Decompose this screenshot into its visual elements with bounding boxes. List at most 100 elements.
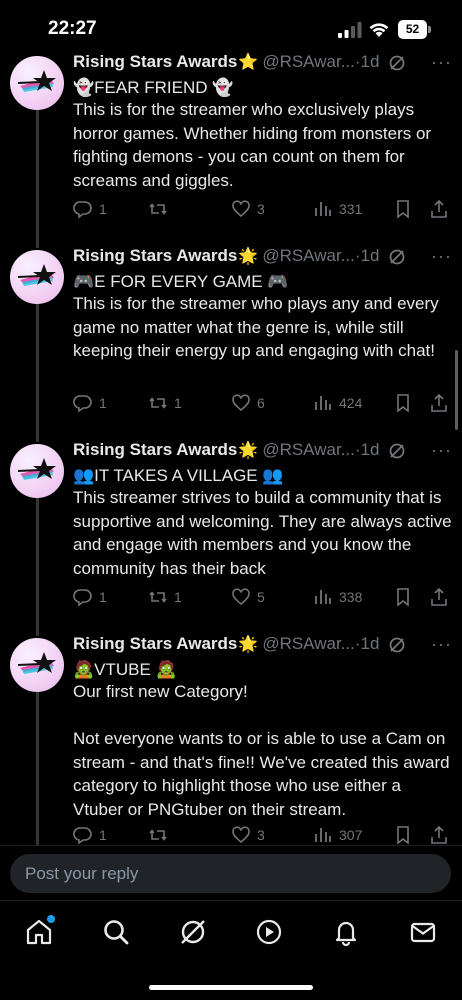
tweet-age[interactable]: 1d bbox=[361, 52, 380, 71]
author-handle[interactable]: @RSAwar... bbox=[262, 440, 355, 459]
tweet-header: Rising Stars Awards🌟 @RSAwar...·1d ··· bbox=[73, 634, 452, 658]
tweet-text: This streamer strives to build a communi… bbox=[73, 488, 457, 578]
cellular-signal-icon bbox=[338, 22, 362, 38]
author-name[interactable]: Rising Stars Awards bbox=[73, 440, 237, 459]
share-button[interactable] bbox=[429, 823, 455, 847]
thread-line bbox=[36, 496, 39, 636]
thread-line bbox=[36, 302, 39, 442]
star-logo-icon bbox=[18, 652, 56, 674]
star-logo-icon bbox=[18, 264, 56, 286]
reply-composer-bar bbox=[0, 845, 462, 900]
star-badge-icon: 🌟 bbox=[238, 248, 259, 265]
bookmark-button[interactable] bbox=[393, 823, 419, 847]
author-handle[interactable]: @RSAwar... bbox=[262, 246, 355, 265]
retweet-count: 1 bbox=[174, 589, 182, 605]
share-button[interactable] bbox=[429, 197, 455, 221]
nav-messages[interactable] bbox=[408, 917, 438, 947]
star-logo-icon bbox=[18, 458, 56, 480]
grok-icon[interactable] bbox=[388, 54, 406, 72]
bookmark-button[interactable] bbox=[393, 585, 419, 609]
views-button[interactable]: 331 bbox=[313, 197, 362, 221]
grok-icon[interactable] bbox=[388, 442, 406, 460]
view-count: 307 bbox=[339, 827, 363, 843]
views-icon bbox=[315, 828, 331, 842]
author-handle[interactable]: @RSAwar... bbox=[262, 634, 355, 653]
tweet-age[interactable]: 1d bbox=[361, 634, 380, 653]
reply-button[interactable]: 1 bbox=[73, 391, 107, 415]
retweet-button[interactable]: 1 bbox=[148, 391, 182, 415]
heart-icon bbox=[232, 200, 250, 218]
nav-video[interactable] bbox=[254, 917, 284, 947]
avatar[interactable] bbox=[10, 250, 64, 304]
search-icon bbox=[104, 920, 129, 945]
like-button[interactable]: 3 bbox=[231, 823, 265, 847]
star-badge-icon: 🌟 bbox=[238, 636, 259, 653]
scroll-indicator[interactable] bbox=[455, 350, 458, 430]
home-indicator[interactable] bbox=[149, 985, 313, 990]
reply-count: 1 bbox=[99, 827, 107, 843]
tweet-actions: 1 1 5 338 bbox=[73, 585, 457, 609]
tweet-actions: 1 3 331 bbox=[73, 197, 457, 221]
reply-button[interactable]: 1 bbox=[73, 197, 107, 221]
nav-search[interactable] bbox=[101, 917, 131, 947]
bookmark-button[interactable] bbox=[393, 391, 419, 415]
tweet-actions: 1 1 6 424 bbox=[73, 391, 457, 415]
nav-home[interactable] bbox=[24, 915, 55, 947]
nav-notifications[interactable] bbox=[331, 917, 361, 947]
avatar[interactable] bbox=[10, 56, 64, 110]
retweet-button[interactable] bbox=[148, 823, 174, 847]
reply-count: 1 bbox=[99, 589, 107, 605]
more-options-icon[interactable]: ··· bbox=[424, 246, 452, 266]
retweet-icon bbox=[149, 203, 167, 215]
tweet-age[interactable]: 1d bbox=[361, 246, 380, 265]
share-button[interactable] bbox=[429, 585, 455, 609]
retweet-button[interactable]: 1 bbox=[148, 585, 182, 609]
messages-icon bbox=[410, 922, 436, 943]
video-icon bbox=[256, 919, 282, 945]
tweet-title: 👻FEAR FRIEND 👻 bbox=[73, 78, 234, 97]
retweet-count: 1 bbox=[174, 395, 182, 411]
grok-icon[interactable] bbox=[388, 636, 406, 654]
bookmark-icon bbox=[397, 826, 409, 845]
tweet-age[interactable]: 1d bbox=[361, 440, 380, 459]
like-count: 3 bbox=[257, 201, 265, 217]
reply-button[interactable]: 1 bbox=[73, 823, 107, 847]
nav-grok[interactable] bbox=[178, 917, 208, 947]
avatar[interactable] bbox=[10, 638, 64, 692]
retweet-button[interactable] bbox=[148, 197, 174, 221]
reply-button[interactable]: 1 bbox=[73, 585, 107, 609]
home-notification-dot bbox=[47, 915, 55, 923]
views-button[interactable]: 424 bbox=[313, 391, 362, 415]
wifi-icon bbox=[369, 23, 389, 37]
star-badge-icon: ⭐ bbox=[238, 54, 259, 71]
star-logo-icon bbox=[18, 70, 56, 92]
reply-icon bbox=[73, 827, 92, 845]
like-button[interactable]: 6 bbox=[231, 391, 265, 415]
grok-icon[interactable] bbox=[388, 248, 406, 266]
views-button[interactable]: 307 bbox=[313, 823, 362, 847]
tweet-header: Rising Stars Awards🌟 @RSAwar...·1d ··· bbox=[73, 246, 452, 270]
more-options-icon[interactable]: ··· bbox=[424, 52, 452, 72]
view-count: 331 bbox=[339, 201, 363, 217]
more-options-icon[interactable]: ··· bbox=[424, 440, 452, 460]
more-options-icon[interactable]: ··· bbox=[424, 634, 452, 654]
author-handle[interactable]: @RSAwar... bbox=[262, 52, 355, 71]
like-button[interactable]: 3 bbox=[231, 197, 265, 221]
like-count: 6 bbox=[257, 395, 265, 411]
status-bar: 22:27 52 bbox=[0, 0, 462, 52]
retweet-icon bbox=[149, 591, 167, 603]
like-button[interactable]: 5 bbox=[231, 585, 265, 609]
share-button[interactable] bbox=[429, 391, 455, 415]
bookmark-button[interactable] bbox=[393, 197, 419, 221]
notifications-icon bbox=[335, 921, 357, 947]
avatar[interactable] bbox=[10, 444, 64, 498]
reply-input[interactable] bbox=[10, 854, 451, 893]
like-count: 5 bbox=[257, 589, 265, 605]
author-name[interactable]: Rising Stars Awards bbox=[73, 634, 237, 653]
bottom-navigation bbox=[0, 900, 462, 1000]
author-name[interactable]: Rising Stars Awards bbox=[73, 246, 237, 265]
views-button[interactable]: 338 bbox=[313, 585, 362, 609]
author-name[interactable]: Rising Stars Awards bbox=[73, 52, 237, 71]
tweet-title: 🧟VTUBE 🧟 bbox=[73, 660, 177, 679]
star-badge-icon: 🌟 bbox=[238, 442, 259, 459]
